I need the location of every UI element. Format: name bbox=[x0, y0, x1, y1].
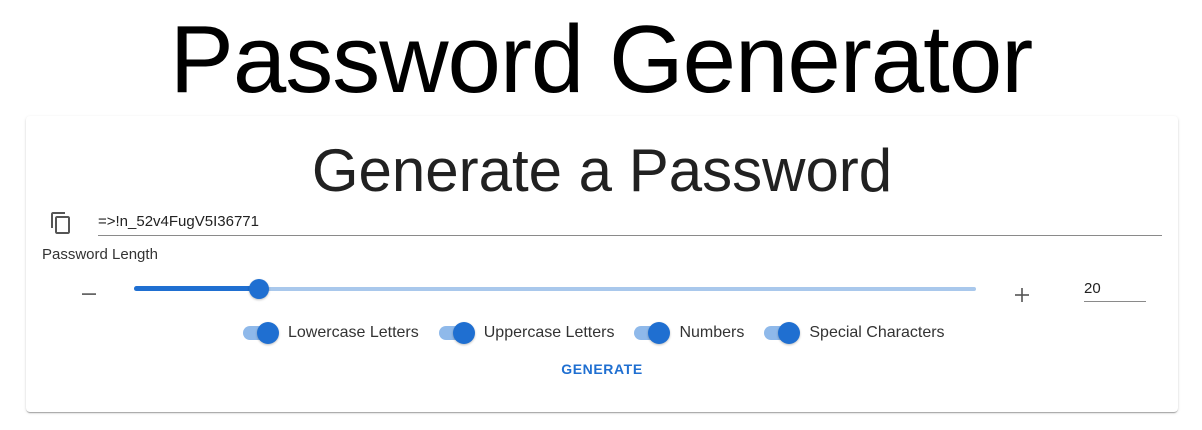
generate-button[interactable]: GENERATE bbox=[554, 356, 650, 382]
length-field[interactable] bbox=[1084, 276, 1146, 302]
page-title: Password Generator bbox=[169, 6, 1033, 113]
copy-button[interactable] bbox=[46, 208, 76, 238]
length-input[interactable] bbox=[1084, 276, 1146, 300]
generator-card: Generate a Password Password Length Lowe… bbox=[26, 116, 1178, 412]
special-toggle[interactable] bbox=[761, 321, 801, 345]
length-slider[interactable] bbox=[134, 278, 976, 300]
option-label: Uppercase Letters bbox=[483, 324, 615, 341]
copy-icon bbox=[51, 212, 70, 234]
slider-track bbox=[134, 286, 259, 291]
option-special[interactable]: Special Characters bbox=[761, 321, 945, 345]
numbers-toggle[interactable] bbox=[631, 321, 671, 345]
password-length-label: Password Length bbox=[42, 246, 158, 263]
option-label: Numbers bbox=[679, 324, 745, 341]
option-numbers[interactable]: Numbers bbox=[631, 321, 744, 345]
option-label: Special Characters bbox=[809, 324, 945, 341]
password-input[interactable] bbox=[98, 208, 1162, 234]
option-label: Lowercase Letters bbox=[288, 324, 419, 341]
minus-icon bbox=[82, 293, 96, 295]
slider-thumb[interactable] bbox=[249, 279, 269, 299]
character-options: Lowercase Letters Uppercase Letters Numb… bbox=[240, 320, 962, 346]
card-title: Generate a Password bbox=[311, 137, 893, 204]
plus-icon bbox=[1015, 288, 1029, 302]
decrease-length-button[interactable] bbox=[74, 279, 104, 309]
password-field[interactable] bbox=[98, 208, 1162, 236]
option-lowercase[interactable]: Lowercase Letters bbox=[240, 321, 419, 345]
lowercase-toggle[interactable] bbox=[240, 321, 280, 345]
uppercase-toggle[interactable] bbox=[436, 321, 476, 345]
option-uppercase[interactable]: Uppercase Letters bbox=[436, 321, 615, 345]
increase-length-button[interactable] bbox=[1007, 280, 1037, 310]
